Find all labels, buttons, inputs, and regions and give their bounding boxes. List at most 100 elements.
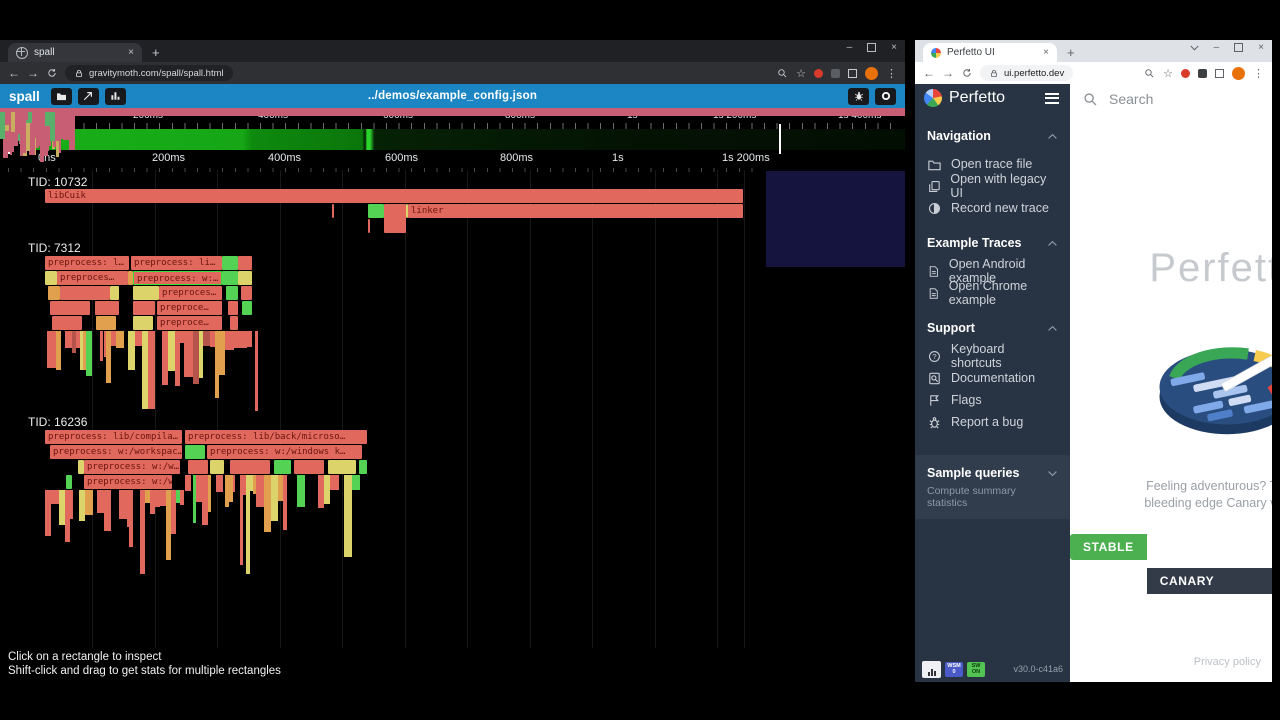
flame-rect[interactable] xyxy=(185,445,205,459)
flame-rect[interactable] xyxy=(328,460,356,474)
section-header-sample-queries[interactable]: Sample queries xyxy=(915,464,1070,482)
flame-rect[interactable]: preprocess: lib/back/microso… xyxy=(185,430,367,444)
address-field[interactable]: ui.perfetto.dev xyxy=(980,65,1073,81)
flame-rect[interactable]: libCuik xyxy=(45,189,743,203)
section-header-support[interactable]: Support xyxy=(915,319,1070,337)
flame-rect[interactable]: preprocess: w:/workspac… xyxy=(50,445,182,459)
flame-rect[interactable] xyxy=(368,204,384,218)
flame-rect[interactable]: preproces… xyxy=(159,286,222,300)
flame-rect[interactable] xyxy=(226,286,238,300)
flame-rect[interactable] xyxy=(384,204,406,233)
pointer-tool-button[interactable] xyxy=(78,88,99,105)
flame-noise-bar[interactable] xyxy=(225,331,234,350)
flame-noise-bar[interactable] xyxy=(271,475,278,521)
flame-noise-bar[interactable] xyxy=(330,475,339,490)
zoom-icon[interactable] xyxy=(1144,68,1155,79)
close-tab-icon[interactable]: × xyxy=(1043,47,1049,58)
flame-rect[interactable] xyxy=(188,460,208,474)
flame-noise-bar[interactable] xyxy=(184,331,193,377)
flame-rect[interactable] xyxy=(60,286,110,300)
flame-noise-bar[interactable] xyxy=(135,331,142,346)
flame-rect[interactable]: preprocess: lib/compila… xyxy=(45,430,182,444)
flame-noise-bar[interactable] xyxy=(168,331,175,371)
flame-rect[interactable] xyxy=(332,204,334,218)
reload-icon[interactable] xyxy=(961,67,973,79)
flame-rect[interactable]: preprocess: w:/windows k… xyxy=(207,445,362,459)
flame-noise-bar[interactable] xyxy=(208,475,211,512)
address-field[interactable]: gravitymoth.com/spall/spall.html xyxy=(65,65,233,81)
flame-noise-bar[interactable] xyxy=(256,475,264,507)
profile-avatar[interactable] xyxy=(1232,67,1245,80)
tab-perfetto[interactable]: Perfetto UI × xyxy=(923,43,1057,62)
extension-icon[interactable] xyxy=(1181,69,1190,78)
bookmark-star-icon[interactable]: ☆ xyxy=(1163,67,1173,80)
flame-noise-bar[interactable] xyxy=(97,490,104,513)
extension-icon[interactable] xyxy=(814,69,823,78)
section-header-navigation[interactable]: Navigation xyxy=(915,127,1070,145)
flame-rect[interactable] xyxy=(368,219,370,233)
reload-icon[interactable] xyxy=(46,67,58,79)
flame-rect[interactable] xyxy=(222,271,238,285)
new-tab-button[interactable]: + xyxy=(1067,45,1075,60)
open-file-button[interactable] xyxy=(51,88,72,105)
flame-rect[interactable] xyxy=(133,301,155,315)
flame-rect[interactable]: preprocess: w:… xyxy=(133,271,222,285)
flame-rect[interactable]: preproces… xyxy=(57,271,128,285)
maximize-button[interactable] xyxy=(867,43,876,52)
flame-noise-bar[interactable] xyxy=(234,331,242,348)
flame-noise-bar[interactable] xyxy=(47,331,56,368)
flame-rect[interactable]: preprocess: l… xyxy=(45,256,129,270)
flame-rect[interactable] xyxy=(228,301,238,315)
flame-noise-bar[interactable] xyxy=(142,331,149,409)
flame-rect[interactable]: preprocess: li… xyxy=(131,256,222,270)
section-header-example-traces[interactable]: Example Traces xyxy=(915,234,1070,252)
flame-rect[interactable]: linker xyxy=(408,204,743,218)
flame-noise-bar[interactable] xyxy=(352,475,360,490)
back-icon[interactable]: ← xyxy=(8,67,20,79)
flame-noise-bar[interactable] xyxy=(264,475,271,532)
canary-button[interactable]: CANARY xyxy=(1147,568,1272,594)
flame-noise-bar[interactable] xyxy=(128,331,135,370)
reading-mode-icon[interactable] xyxy=(1215,69,1224,78)
flame-rect[interactable] xyxy=(230,316,238,330)
flame-rect[interactable] xyxy=(242,301,252,315)
maximize-button[interactable] xyxy=(1234,43,1243,52)
flame-rect[interactable]: preproce… xyxy=(157,301,222,315)
flame-rect[interactable] xyxy=(66,475,72,489)
menu-dots-icon[interactable]: ⋮ xyxy=(886,67,897,80)
flame-noise-bar[interactable] xyxy=(65,331,72,348)
forward-icon[interactable]: → xyxy=(27,67,39,79)
flame-rect[interactable] xyxy=(52,316,82,330)
sidebar-item-documentation[interactable]: Documentation xyxy=(915,367,1070,389)
extensions-puzzle-icon[interactable] xyxy=(831,69,840,78)
flame-noise-bar[interactable] xyxy=(51,490,59,504)
flame-noise-bar[interactable] xyxy=(255,331,258,411)
flame-rect[interactable]: preproce… xyxy=(157,316,222,330)
footer-badge-wsm[interactable]: WSM0 xyxy=(945,662,963,677)
flame-rect[interactable] xyxy=(359,460,367,474)
flame-rect[interactable] xyxy=(294,460,324,474)
flame-noise-bar[interactable] xyxy=(129,490,133,547)
playhead-cursor[interactable] xyxy=(779,124,781,154)
flame-noise-bar[interactable] xyxy=(85,490,93,515)
close-window-button[interactable]: × xyxy=(891,42,897,53)
flame-noise-bar[interactable] xyxy=(148,331,154,409)
flame-rect[interactable] xyxy=(48,286,60,300)
tab-spall[interactable]: spall × xyxy=(8,43,142,62)
flame-rect[interactable]: preprocess: w:/w… xyxy=(84,475,172,489)
trace-canvas[interactable]: Click on a rectangle to inspect Shift-cl… xyxy=(0,108,905,682)
zoom-icon[interactable] xyxy=(777,68,788,79)
forward-icon[interactable]: → xyxy=(942,67,954,79)
flame-rect[interactable] xyxy=(96,316,116,330)
stable-button[interactable]: STABLE xyxy=(1070,534,1147,560)
flame-rect[interactable] xyxy=(95,301,119,315)
menu-dots-icon[interactable]: ⋮ xyxy=(1253,67,1264,80)
flame-noise-bar[interactable] xyxy=(180,490,184,505)
flame-noise-bar[interactable] xyxy=(283,475,286,530)
flame-noise-bar[interactable] xyxy=(219,331,226,375)
new-tab-button[interactable]: + xyxy=(152,45,160,60)
flame-noise-bar[interactable] xyxy=(216,475,223,492)
report-bug-button[interactable] xyxy=(848,88,869,105)
flame-rect[interactable] xyxy=(50,301,90,315)
footer-badge-sw[interactable]: SWON xyxy=(967,662,985,677)
